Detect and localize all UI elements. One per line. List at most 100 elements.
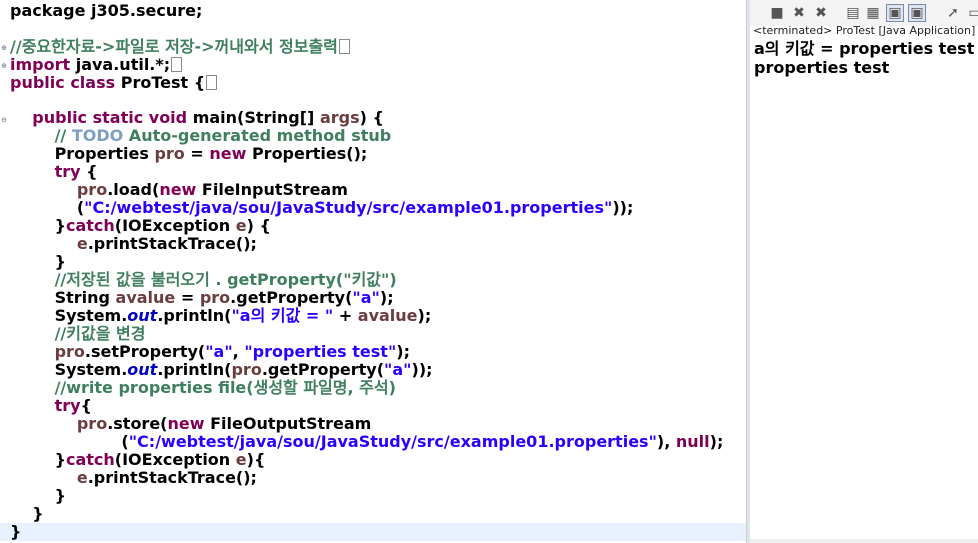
code-token: .printStackTrace(); bbox=[87, 234, 257, 253]
code-token: //중요한자료->파일로 저장->꺼내와서 정보출력 bbox=[10, 37, 338, 56]
show-stdout-icon[interactable]: ▣ bbox=[886, 4, 904, 22]
code-token: "a" bbox=[205, 342, 233, 361]
code-token: { bbox=[80, 162, 98, 181]
current-line-highlight bbox=[0, 523, 746, 541]
code-line: String avalue = pro.getProperty("a"); bbox=[10, 289, 394, 307]
code-token: .getProperty( bbox=[261, 360, 385, 379]
remove-all-icon[interactable]: ✖ bbox=[812, 4, 830, 22]
code-token: ( bbox=[10, 432, 129, 451]
code-token: // bbox=[54, 126, 72, 145]
code-line: pro.setProperty("a", "properties test"); bbox=[10, 343, 410, 361]
code-line: }catch(IOException e){ bbox=[10, 450, 266, 469]
code-token: try bbox=[54, 396, 81, 415]
code-token: ); bbox=[417, 306, 432, 325]
code-token: pro bbox=[231, 360, 262, 379]
editor-gutter bbox=[0, 0, 8, 543]
code-token: .getProperty( bbox=[230, 288, 353, 307]
code-token: ){ bbox=[246, 450, 266, 469]
code-token: main(String[] bbox=[187, 108, 320, 127]
code-token: pro bbox=[76, 414, 108, 433]
code-token: .printStackTrace(); bbox=[87, 468, 257, 487]
code-token: "properties test" bbox=[244, 342, 397, 361]
code-line: public class ProTest { bbox=[10, 73, 218, 92]
terminate-icon[interactable]: ■ bbox=[768, 4, 786, 22]
clear-console-icon[interactable]: ▤ bbox=[844, 4, 862, 22]
code-token: pro bbox=[54, 342, 85, 361]
console-scrollbar[interactable] bbox=[750, 539, 978, 543]
fold-expand-icon[interactable]: ⊕ bbox=[0, 44, 8, 52]
code-token: ProTest bbox=[115, 73, 194, 92]
code-token: "a의 키값 = " bbox=[231, 306, 334, 325]
code-token: System. bbox=[10, 360, 128, 379]
code-token: TODO bbox=[71, 126, 124, 145]
code-token: public class bbox=[10, 73, 116, 92]
code-token: e bbox=[76, 468, 88, 487]
fold-collapse-icon[interactable]: ⊖ bbox=[0, 116, 8, 124]
code-token: )); bbox=[411, 360, 433, 379]
code-token: catch bbox=[65, 216, 115, 235]
code-token: FileInputStream bbox=[196, 180, 348, 199]
code-token: e bbox=[76, 234, 88, 253]
code-line: } bbox=[10, 523, 21, 541]
show-stderr-icon[interactable]: ▣ bbox=[908, 4, 926, 22]
fold-expand-icon[interactable]: ⊕ bbox=[0, 62, 8, 70]
console-status: <terminated> ProTest [Java Application] … bbox=[753, 24, 978, 37]
code-token: { bbox=[193, 73, 206, 92]
code-token: String bbox=[10, 288, 116, 307]
code-token: //키값을 변경 bbox=[54, 324, 146, 343]
code-token: ); bbox=[379, 288, 394, 307]
code-token: Auto-generated method stub bbox=[123, 126, 392, 145]
whitespace-marker bbox=[206, 75, 218, 90]
remove-launch-icon[interactable]: ✖ bbox=[790, 4, 808, 22]
code-token: } bbox=[10, 252, 66, 271]
code-token: ) { bbox=[246, 216, 271, 235]
console-toolbar: ■ ✖ ✖ ▤ ▦ ▣ ▣ ➚ ▭ bbox=[750, 0, 978, 26]
code-token: catch bbox=[65, 450, 115, 469]
code-token: avalue bbox=[357, 306, 418, 325]
code-line: e.printStackTrace(); bbox=[10, 235, 257, 253]
code-line: pro.store(new FileOutputStream bbox=[10, 414, 372, 433]
code-line: //저장된 값을 불러오기 . getProperty("키값") bbox=[10, 271, 397, 289]
code-token: out bbox=[127, 360, 158, 379]
code-token: "a" bbox=[352, 288, 380, 307]
scroll-lock-icon[interactable]: ▦ bbox=[864, 4, 882, 22]
code-token: + bbox=[333, 306, 358, 325]
code-line: ("C:/webtest/java/sou/JavaStudy/src/exam… bbox=[10, 198, 634, 217]
code-line: package j305.secure; bbox=[10, 2, 202, 20]
whitespace-marker bbox=[338, 39, 350, 54]
code-token: public static void bbox=[32, 108, 188, 127]
code-line: // TODO Auto-generated method stub bbox=[10, 126, 392, 145]
code-token: .load( bbox=[107, 180, 160, 199]
pin-console-icon[interactable]: ➚ bbox=[944, 4, 962, 22]
code-line: //write properties file(생성할 파일명, 주석) bbox=[10, 379, 396, 397]
code-token: ); bbox=[709, 432, 724, 451]
code-token: new bbox=[209, 144, 247, 163]
code-token: (IOException bbox=[114, 216, 236, 235]
code-token: { bbox=[80, 396, 92, 415]
whitespace-marker bbox=[171, 57, 183, 72]
code-token: ) { bbox=[359, 108, 384, 127]
code-token: )); bbox=[612, 198, 634, 217]
code-token: new bbox=[167, 414, 205, 433]
code-token: "a" bbox=[384, 360, 412, 379]
console-output-line: a의 키값 = properties test bbox=[754, 39, 975, 58]
code-token: FileOutputStream bbox=[204, 414, 372, 433]
code-token: ( bbox=[10, 198, 85, 217]
code-token: args bbox=[319, 108, 360, 127]
code-token: "C:/webtest/java/sou/JavaStudy/src/examp… bbox=[128, 432, 657, 451]
console-output-line: properties test bbox=[754, 58, 890, 77]
code-token: } bbox=[10, 216, 66, 235]
code-line: ("C:/webtest/java/sou/JavaStudy/src/exam… bbox=[10, 433, 723, 451]
code-editor[interactable]: ⊕ ⊕ ⊖ package j305.secure; //중요한자료->파일로 저… bbox=[0, 0, 746, 543]
code-token: java.util.*; bbox=[70, 55, 171, 74]
code-token: } bbox=[10, 522, 22, 541]
display-console-icon[interactable]: ▭ bbox=[966, 4, 978, 22]
code-line: //키값을 변경 bbox=[10, 324, 146, 343]
code-token: //write properties file(생성할 파일명, 주석) bbox=[54, 378, 396, 397]
code-line: public static void main(String[] args) { bbox=[10, 109, 384, 127]
